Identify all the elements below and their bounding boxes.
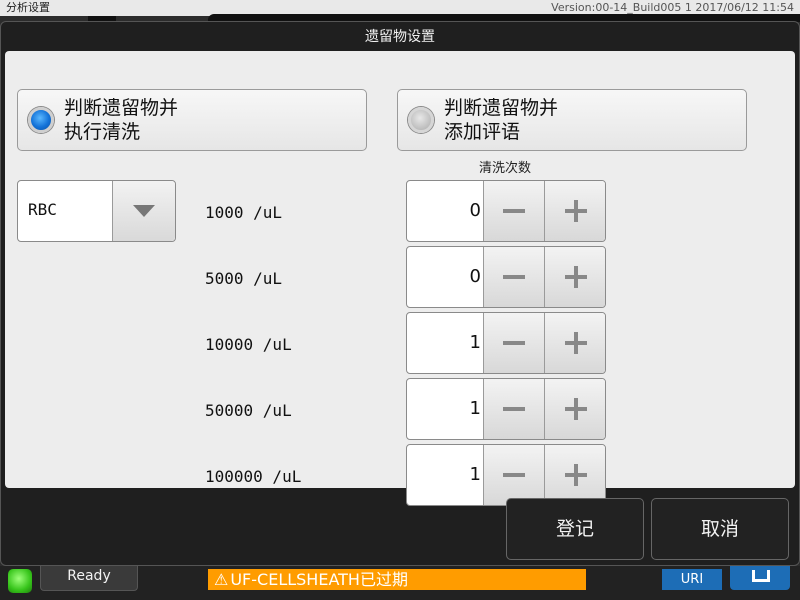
carryover-settings-dialog: 遗留物设置 判断遗留物并 执行清洗 判断遗留物并 添加评语 清洗次数 RBC 1… [0,21,800,566]
wash-count-header: 清洗次数 [478,161,531,176]
parameter-dropdown[interactable]: RBC [17,180,176,242]
threshold-label: 100000 /uL [205,467,302,486]
threshold-label: 50000 /uL [205,401,292,420]
wash-count-stepper: 0 [406,180,606,242]
wash-count-value[interactable]: 0 [407,181,483,241]
wash-count-value[interactable]: 1 [407,313,483,373]
wash-count-stepper: 0 [406,246,606,308]
dropdown-value: RBC [28,200,57,219]
wash-count-stepper: 1 [406,444,606,506]
register-button[interactable]: 登记 [506,498,644,560]
minus-icon [503,209,525,213]
menu-button[interactable] [730,566,790,590]
increment-button[interactable] [544,445,605,505]
minus-icon [503,341,525,345]
status-led-icon [8,569,32,593]
minus-icon [503,407,525,411]
chevron-down-icon [133,205,155,217]
decrement-button[interactable] [483,181,545,241]
radio-unselected-icon[interactable] [408,107,434,133]
wash-count-value[interactable]: 1 [407,445,483,505]
decrement-button[interactable] [483,247,545,307]
dropdown-toggle-button[interactable] [112,181,175,241]
option-judge-and-wash[interactable]: 判断遗留物并 执行清洗 [17,89,367,151]
warning-banner[interactable]: ⚠ UF-CELLSHEATH已过期 [208,569,586,590]
status-bar: Ready ⚠ UF-CELLSHEATH已过期 URI [0,566,800,600]
increment-button[interactable] [544,379,605,439]
increment-button[interactable] [544,313,605,373]
threshold-label: 1000 /uL [205,203,283,222]
wash-count-value[interactable]: 0 [407,247,483,307]
cancel-button[interactable]: 取消 [651,498,789,560]
ready-status[interactable]: Ready [40,566,138,591]
tray-icon [752,570,770,582]
dialog-title: 遗留物设置 [365,29,435,45]
radio-selected-icon[interactable] [28,107,54,133]
decrement-button[interactable] [483,445,545,505]
uri-button[interactable]: URI [662,569,722,590]
increment-button[interactable] [544,181,605,241]
minus-icon [503,275,525,279]
dialog-content: 判断遗留物并 执行清洗 判断遗留物并 添加评语 清洗次数 RBC 1000 /u… [5,51,795,506]
option-label: 判断遗留物并 执行清洗 [64,97,179,143]
option-label: 判断遗留物并 添加评语 [444,97,559,143]
decrement-button[interactable] [483,379,545,439]
wash-count-stepper: 1 [406,378,606,440]
increment-button[interactable] [544,247,605,307]
minus-icon [503,473,525,477]
threshold-label: 5000 /uL [205,269,283,288]
threshold-label: 10000 /uL [205,335,292,354]
warning-icon: ⚠ [214,570,229,589]
app-title: 分析设置 [6,1,50,14]
warning-text: UF-CELLSHEATH已过期 [230,570,408,589]
wash-count-value[interactable]: 1 [407,379,483,439]
wash-count-stepper: 1 [406,312,606,374]
decrement-button[interactable] [483,313,545,373]
option-judge-and-comment[interactable]: 判断遗留物并 添加评语 [397,89,747,151]
